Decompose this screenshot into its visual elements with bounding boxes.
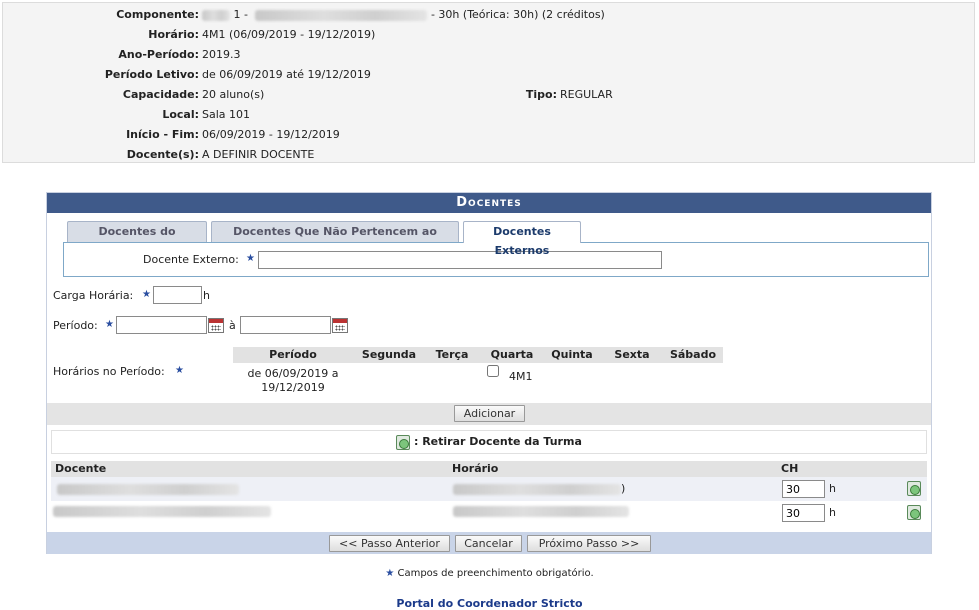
docentes-table: Docente Horário CH ) h h bbox=[51, 461, 927, 525]
quarta-4m1-checkbox[interactable] bbox=[487, 365, 499, 377]
ch-unit: h bbox=[829, 482, 836, 495]
redacted-horario bbox=[453, 506, 629, 517]
horarios-table-row: de 06/09/2019 a 19/12/2019 4M1 bbox=[233, 363, 723, 395]
horario-row: Horário: bbox=[3, 25, 199, 45]
tab-docentes-externos[interactable]: Docentes Externos bbox=[463, 221, 581, 257]
ch-input[interactable] bbox=[782, 504, 825, 522]
ano-periodo-row: Ano-Período: bbox=[3, 45, 199, 65]
col-horario: Horário bbox=[452, 462, 499, 475]
tipo-label: Tipo: bbox=[525, 88, 557, 101]
ano-periodo-label: Ano-Período: bbox=[118, 48, 199, 61]
ano-periodo-value: 2019.3 bbox=[202, 48, 241, 61]
redacted-horario bbox=[453, 484, 621, 495]
retirar-docente-legend: : Retirar Docente da Turma bbox=[51, 430, 927, 454]
redacted-docente-name bbox=[53, 506, 271, 517]
col-terca: Terça bbox=[435, 348, 469, 361]
tab-docentes-nao-pertencem[interactable]: Docentes Que Não Pertencem ao Programa bbox=[211, 221, 459, 257]
trash-icon[interactable] bbox=[907, 505, 921, 520]
carga-horaria-unit: h bbox=[203, 289, 210, 302]
ch-input[interactable] bbox=[782, 480, 825, 498]
calendar-icon[interactable] bbox=[332, 318, 348, 333]
componente-label: Componente: bbox=[116, 8, 199, 21]
sched-periodo-line2: 19/12/2019 bbox=[261, 381, 325, 394]
turma-info-box: Componente: 1 - - 30h (Teórica: 30h) (2 … bbox=[2, 2, 975, 163]
local-row: Local: bbox=[3, 105, 199, 125]
periodo-inicio-input[interactable] bbox=[116, 316, 207, 334]
wizard-nav-bar: << Passo Anterior Cancelar Próximo Passo… bbox=[47, 532, 931, 554]
required-legend-text: Campos de preenchimento obrigatório. bbox=[397, 568, 594, 579]
inicio-fim-label: Início - Fim: bbox=[126, 128, 199, 141]
redacted-docente-name bbox=[57, 484, 239, 495]
horario-label: Horário: bbox=[148, 28, 199, 41]
ch-unit: h bbox=[829, 506, 836, 519]
col-quarta: Quarta bbox=[490, 348, 534, 361]
horarios-table: Período Segunda Terça Quarta Quinta Sext… bbox=[233, 347, 723, 395]
quarta-4m1-label: 4M1 bbox=[509, 370, 533, 383]
docentes-label: Docente(s): bbox=[126, 148, 199, 161]
periodo-fim-input[interactable] bbox=[240, 316, 331, 334]
redacted-name bbox=[255, 9, 428, 21]
col-docente: Docente bbox=[55, 462, 107, 475]
required-star-icon: ★ bbox=[175, 365, 184, 376]
docente-externo-label: Docente Externo: bbox=[143, 253, 239, 266]
table-row: ) h bbox=[51, 477, 927, 501]
sched-periodo-cell: de 06/09/2019 a 19/12/2019 bbox=[233, 367, 353, 395]
tipo-value: REGULAR bbox=[560, 88, 613, 101]
docentes-table-header: Docente Horário CH bbox=[51, 461, 927, 477]
col-ch: CH bbox=[781, 462, 799, 475]
horarios-periodo-label: Horários no Período: bbox=[53, 365, 165, 378]
col-periodo: Período bbox=[269, 348, 317, 361]
cancelar-button[interactable]: Cancelar bbox=[455, 535, 522, 552]
required-star-icon: ★ bbox=[142, 289, 151, 300]
required-legend: ★ Campos de preenchimento obrigatório. bbox=[0, 568, 979, 579]
adicionar-bar: Adicionar bbox=[47, 403, 931, 425]
sched-periodo-line1: de 06/09/2019 a bbox=[247, 367, 339, 380]
docentes-value: A DEFINIR DOCENTE bbox=[202, 148, 315, 161]
local-value: Sala 101 bbox=[202, 108, 251, 121]
trash-icon bbox=[396, 434, 411, 450]
table-row: h bbox=[51, 501, 927, 525]
componente-row: Componente: bbox=[3, 5, 199, 25]
periodo-separator: à bbox=[229, 319, 236, 332]
carga-horaria-label: Carga Horária: bbox=[53, 289, 134, 302]
col-sabado: Sábado bbox=[669, 348, 717, 361]
col-quinta: Quinta bbox=[551, 348, 593, 361]
trash-icon[interactable] bbox=[907, 481, 921, 496]
redacted-code bbox=[202, 9, 230, 21]
tab-docentes-programa[interactable]: Docentes do Programa bbox=[67, 221, 207, 257]
retirar-docente-label: : Retirar Docente da Turma bbox=[413, 435, 582, 448]
passo-anterior-button[interactable]: << Passo Anterior bbox=[329, 535, 450, 552]
componente-suffix: - 30h (Teórica: 30h) (2 créditos) bbox=[430, 8, 605, 21]
col-segunda: Segunda bbox=[361, 348, 417, 361]
required-star-icon: ★ bbox=[385, 568, 395, 579]
calendar-icon[interactable] bbox=[208, 318, 224, 333]
adicionar-button[interactable]: Adicionar bbox=[454, 405, 525, 422]
periodo-label: Período: bbox=[53, 319, 98, 332]
horario-value: 4M1 (06/09/2019 - 19/12/2019) bbox=[202, 28, 376, 41]
inicio-fim-row: Início - Fim: bbox=[3, 125, 199, 145]
required-star-icon: ★ bbox=[246, 253, 255, 264]
docentes-row: Docente(s): bbox=[3, 145, 199, 165]
proximo-passo-button[interactable]: Próximo Passo >> bbox=[527, 535, 651, 552]
componente-code-tail: 1 - bbox=[233, 8, 248, 21]
docente-externo-input[interactable] bbox=[258, 251, 662, 269]
periodo-letivo-row: Período Letivo: bbox=[3, 65, 199, 85]
docentes-panel: Docentes Docentes do Programa Docentes Q… bbox=[46, 192, 932, 554]
portal-coordenador-link[interactable]: Portal do Coordenador Stricto bbox=[0, 597, 979, 610]
col-sexta: Sexta bbox=[614, 348, 650, 361]
periodo-letivo-value: de 06/09/2019 até 19/12/2019 bbox=[202, 68, 371, 81]
tipo-row: Tipo: bbox=[3, 85, 557, 105]
inicio-fim-value: 06/09/2019 - 19/12/2019 bbox=[202, 128, 340, 141]
panel-title: Docentes bbox=[47, 193, 931, 213]
carga-horaria-input[interactable] bbox=[153, 286, 202, 304]
horario-visible-text: ) bbox=[621, 482, 626, 495]
componente-value: 1 - - 30h (Teórica: 30h) (2 créditos) bbox=[202, 5, 605, 25]
required-star-icon: ★ bbox=[105, 319, 114, 330]
horarios-table-header: Período Segunda Terça Quarta Quinta Sext… bbox=[233, 347, 723, 363]
periodo-letivo-label: Período Letivo: bbox=[104, 68, 199, 81]
local-label: Local: bbox=[162, 108, 199, 121]
